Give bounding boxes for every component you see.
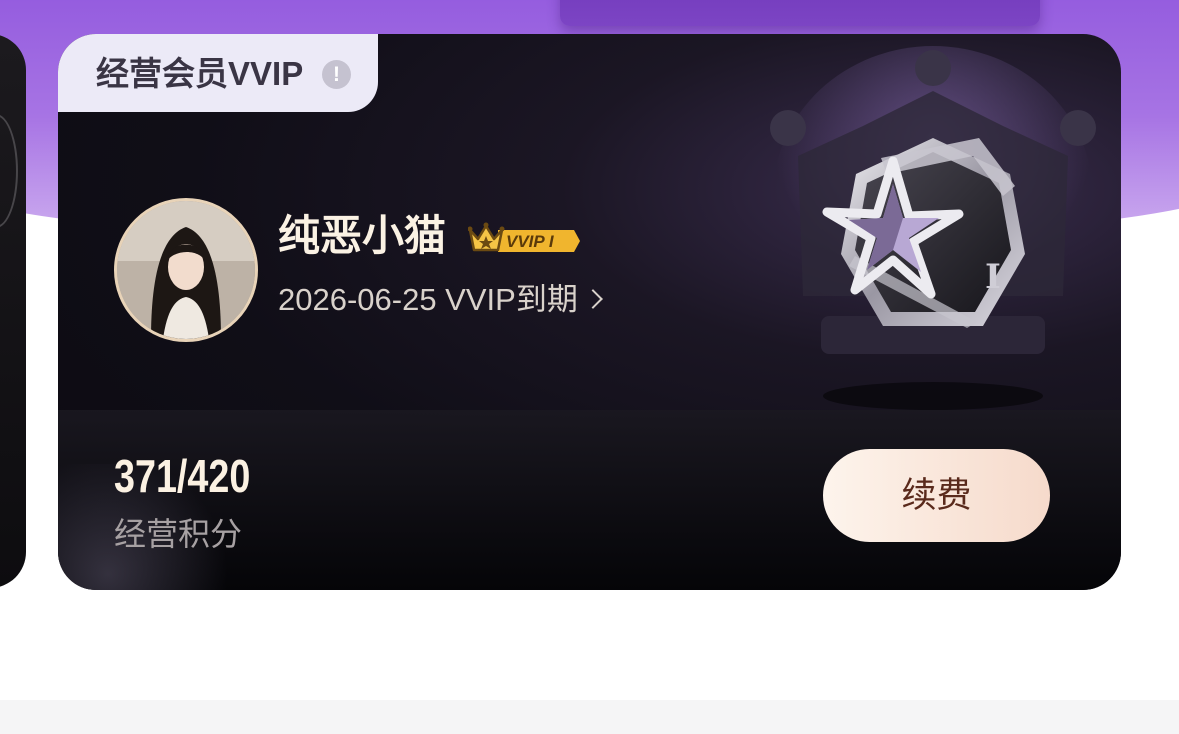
- vvip-membership-screen: 经营会员VVIP ! 纯恶小猫 VVIP I 2026-06-25 VVIP到期…: [0, 0, 1179, 734]
- section-divider: [0, 700, 1179, 734]
- user-name: 纯恶小猫: [278, 212, 447, 259]
- medal-level-text: I: [985, 257, 1001, 297]
- previous-card[interactable]: [0, 34, 26, 588]
- avatar[interactable]: [114, 198, 258, 342]
- membership-title: 经营会员VVIP: [96, 55, 304, 92]
- expire-link[interactable]: 2026-06-25 VVIP到期: [278, 280, 603, 320]
- vvip-medal: I: [763, 46, 1103, 416]
- crown-icon: VVIP I: [467, 222, 580, 252]
- vvip-badge-text: VVIP I: [506, 232, 555, 251]
- score-label: 经营积分: [114, 516, 243, 552]
- chevron-right-icon: [582, 289, 603, 309]
- previous-card-decoration: [0, 114, 18, 228]
- score-value: 371/420: [114, 450, 251, 502]
- renew-button[interactable]: 续费: [823, 449, 1050, 542]
- info-icon[interactable]: !: [322, 60, 351, 89]
- expire-date: 2026-06-25 VVIP到期: [278, 282, 578, 317]
- star-medal-icon: I: [770, 46, 1096, 410]
- gift-box-decoration: [560, 0, 1040, 26]
- membership-tag: 经营会员VVIP !: [58, 34, 378, 112]
- avatar-photo: [117, 201, 255, 339]
- vvip-level-badge: VVIP I: [467, 220, 582, 256]
- vvip-card[interactable]: 经营会员VVIP ! 纯恶小猫 VVIP I 2026-06-25 VVIP到期…: [58, 34, 1121, 590]
